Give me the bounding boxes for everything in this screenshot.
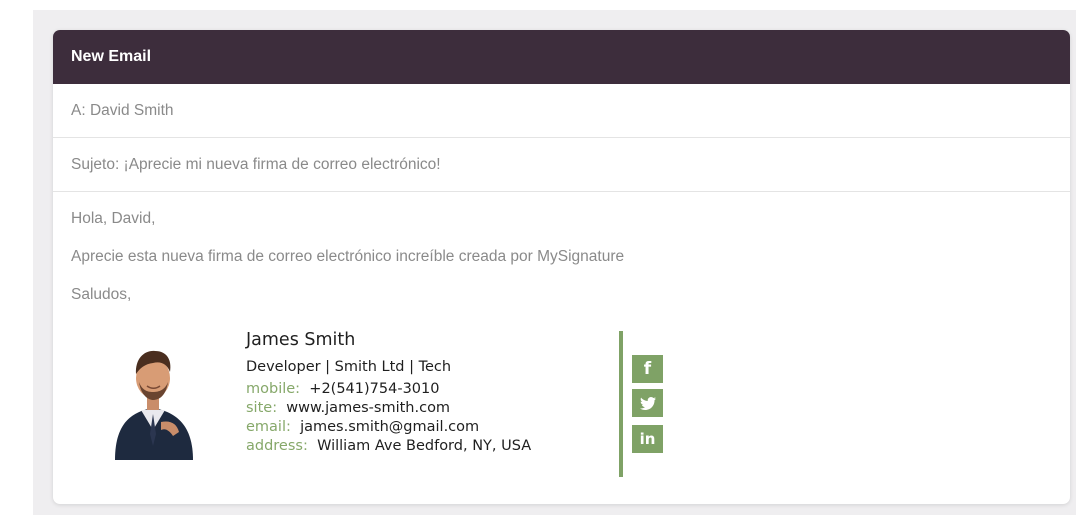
site-label: site: (246, 400, 278, 416)
to-field[interactable]: A: David Smith (53, 84, 1070, 138)
body-line-closing: Saludos, (71, 286, 132, 303)
email-body[interactable]: Hola, David, Aprecie esta nueva firma de… (53, 192, 1070, 322)
email-value[interactable]: james.smith@gmail.com (300, 419, 479, 435)
body-line-message: Aprecie esta nueva firma de correo elect… (71, 248, 625, 265)
facebook-icon[interactable]: f (632, 355, 663, 383)
mobile-label: mobile: (246, 381, 301, 397)
twitter-icon[interactable] (632, 389, 663, 417)
signature-email: email: james.smith@gmail.com (246, 418, 531, 437)
avatar (107, 334, 199, 460)
email-signature: James Smith Developer | Smith Ltd | Tech… (53, 326, 1070, 504)
email-label: email: (246, 419, 291, 435)
signature-name: James Smith (246, 330, 356, 350)
body-line-greeting: Hola, David, (71, 210, 156, 227)
email-compose-card: New Email A: David Smith Sujeto: ¡Apreci… (53, 30, 1070, 504)
twitter-bird-glyph (640, 397, 656, 410)
compose-header-title: New Email (53, 30, 1070, 84)
signature-mobile: mobile: +2(541)754-3010 (246, 380, 531, 399)
address-value: William Ave Bedford, NY, USA (317, 438, 532, 454)
linkedin-icon[interactable]: in (632, 425, 663, 453)
signature-address: address: William Ave Bedford, NY, USA (246, 437, 531, 456)
signature-title: Developer | Smith Ltd | Tech (246, 359, 452, 375)
signature-site: site: www.james-smith.com (246, 399, 531, 418)
address-label: address: (246, 438, 308, 454)
mobile-value[interactable]: +2(541)754-3010 (309, 381, 439, 397)
signature-details: James Smith Developer | Smith Ltd | Tech… (246, 328, 531, 456)
subject-field[interactable]: Sujeto: ¡Aprecie mi nueva firma de corre… (53, 138, 1070, 192)
signature-divider (619, 331, 623, 477)
site-value[interactable]: www.james-smith.com (286, 400, 450, 416)
